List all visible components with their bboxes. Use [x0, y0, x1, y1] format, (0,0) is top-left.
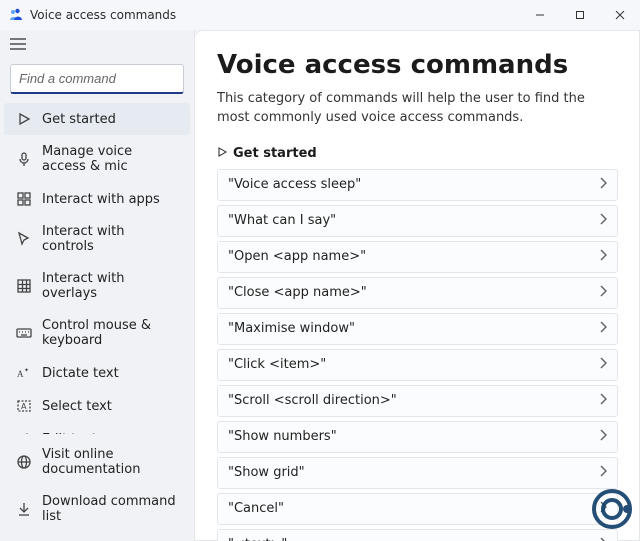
sidebar-item-label: Select text: [42, 399, 112, 414]
sidebar-item-play[interactable]: Get started: [4, 103, 190, 135]
footer-item-label: Download command list: [42, 494, 178, 524]
globe-icon: [16, 454, 32, 470]
svg-text:A: A: [17, 369, 24, 379]
command-row[interactable]: "Close <app name>": [217, 277, 618, 309]
title-bar: Voice access commands: [0, 0, 640, 30]
sidebar-item-keyboard[interactable]: Control mouse & keyboard: [4, 310, 190, 356]
sidebar-item-cursor[interactable]: Interact with controls: [4, 216, 190, 262]
footer-item-download[interactable]: Download command list: [4, 486, 190, 532]
maximize-button[interactable]: [560, 0, 600, 30]
command-text: "Show grid": [228, 465, 305, 480]
command-row[interactable]: "<text>": [217, 529, 618, 541]
minimize-button[interactable]: [520, 0, 560, 30]
command-row[interactable]: "Show numbers": [217, 421, 618, 453]
search-box[interactable]: [10, 64, 184, 94]
command-row[interactable]: "Cancel": [217, 493, 618, 525]
watermark-icon: [590, 487, 634, 535]
sidebar-item-label: Control mouse & keyboard: [42, 318, 178, 348]
chevron-right-icon: [599, 537, 607, 541]
command-text: "Voice access sleep": [228, 177, 361, 192]
chevron-right-icon: [599, 393, 607, 409]
close-button[interactable]: [600, 0, 640, 30]
search-input[interactable]: [17, 70, 199, 87]
chevron-right-icon: [599, 429, 607, 445]
grid-icon: [16, 278, 32, 294]
chevron-right-icon: [599, 249, 607, 265]
select-icon: A: [16, 398, 32, 414]
command-text: "Show numbers": [228, 429, 337, 444]
sidebar-item-grid[interactable]: Interact with overlays: [4, 263, 190, 309]
chevron-right-icon: [599, 285, 607, 301]
section-header[interactable]: Get started: [217, 146, 618, 161]
command-row[interactable]: "Click <item>": [217, 349, 618, 381]
sidebar-item-label: Get started: [42, 112, 116, 127]
sidebar-item-label: Dictate text: [42, 366, 119, 381]
category-list: Get started Manage voice access & mic Inte…: [0, 102, 194, 434]
sidebar-item-select[interactable]: A Select text: [4, 390, 190, 422]
footer-item-label: Visit online documentation: [42, 447, 178, 477]
page-description: This category of commands will help the …: [217, 90, 617, 128]
command-row[interactable]: "Maximise window": [217, 313, 618, 345]
sidebar-item-mic[interactable]: Manage voice access & mic: [4, 136, 190, 182]
command-text: "Close <app name>": [228, 285, 367, 300]
chevron-right-icon: [599, 321, 607, 337]
chevron-right-icon: [599, 213, 607, 229]
command-text: "Maximise window": [228, 321, 355, 336]
page-title: Voice access commands: [217, 50, 618, 80]
command-row[interactable]: "What can I say": [217, 205, 618, 237]
sidebar-item-dictate[interactable]: A✦ Dictate text: [4, 357, 190, 389]
command-row[interactable]: "Voice access sleep": [217, 169, 618, 201]
sidebar-item-label: Manage voice access & mic: [42, 144, 178, 174]
play-icon: [16, 111, 32, 127]
sidebar-item-label: Interact with controls: [42, 224, 178, 254]
command-text: "Scroll <scroll direction>": [228, 393, 397, 408]
command-text: "What can I say": [228, 213, 336, 228]
command-row[interactable]: "Scroll <scroll direction>": [217, 385, 618, 417]
command-row[interactable]: "Open <app name>": [217, 241, 618, 273]
chevron-right-icon: [599, 465, 607, 481]
dictate-icon: A✦: [16, 365, 32, 381]
download-icon: [16, 501, 32, 517]
sidebar-item-edit[interactable]: Edit text: [4, 423, 190, 434]
sidebar-item-label: Interact with overlays: [42, 271, 178, 301]
hamburger-menu-button[interactable]: [0, 34, 194, 60]
sidebar-item-label: Interact with apps: [42, 192, 160, 207]
expand-icon: [217, 146, 227, 161]
svg-text:✦: ✦: [24, 367, 29, 374]
command-list: "Voice access sleep" "What can I say" "Ope…: [217, 169, 618, 541]
section-label: Get started: [233, 146, 317, 161]
command-row[interactable]: "Show grid": [217, 457, 618, 489]
app-icon: [8, 7, 24, 23]
command-text: "Cancel": [228, 501, 284, 516]
svg-text:A: A: [21, 402, 27, 411]
keyboard-icon: [16, 325, 32, 341]
command-text: "Open <app name>": [228, 249, 366, 264]
main-content: Voice access commands This category of c…: [195, 30, 640, 541]
apps-icon: [16, 191, 32, 207]
command-text: "Click <item>": [228, 357, 326, 372]
command-text: "<text>": [228, 537, 287, 541]
mic-icon: [16, 151, 32, 167]
sidebar-footer: Visit online documentation Download comma…: [0, 434, 194, 541]
sidebar: Get started Manage voice access & mic Inte…: [0, 30, 195, 541]
chevron-right-icon: [599, 177, 607, 193]
footer-item-globe[interactable]: Visit online documentation: [4, 439, 190, 485]
chevron-right-icon: [599, 357, 607, 373]
cursor-icon: [16, 231, 32, 247]
window-title: Voice access commands: [30, 8, 176, 22]
sidebar-item-apps[interactable]: Interact with apps: [4, 183, 190, 215]
